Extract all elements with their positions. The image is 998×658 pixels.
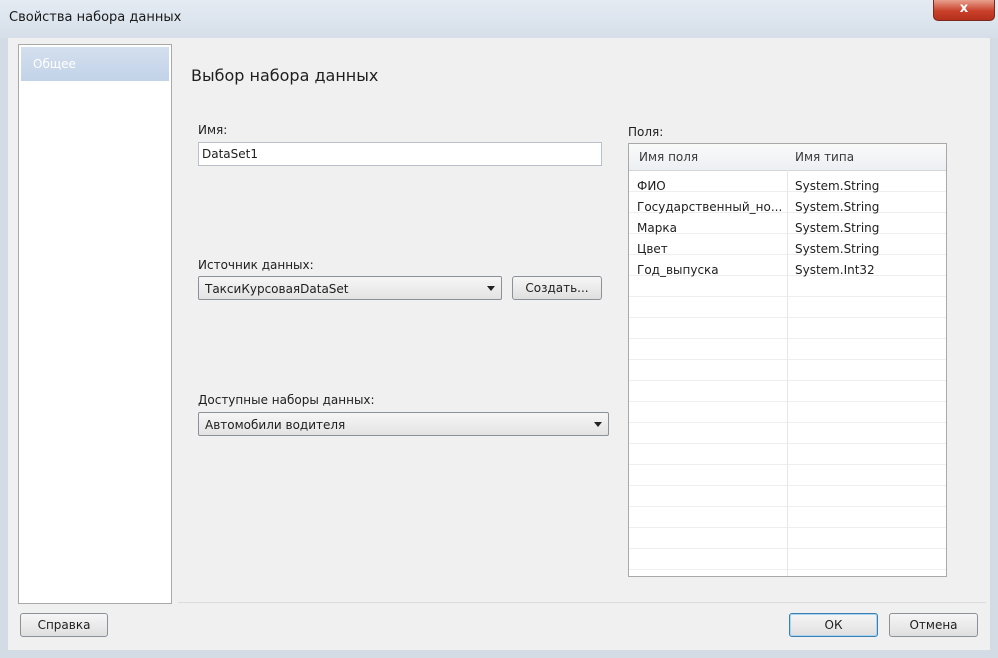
grid-row-line	[629, 548, 946, 549]
close-button[interactable]: x	[933, 0, 995, 21]
ok-button[interactable]: ОК	[789, 613, 878, 637]
fields-grid[interactable]: Имя поля Имя типа ФИО System.String Госу…	[628, 143, 947, 577]
dialog-body: Общее Выбор набора данных Имя: Источник …	[8, 38, 990, 650]
grid-row-line	[629, 422, 946, 423]
window-title: Свойства набора данных	[9, 10, 182, 25]
help-button[interactable]: Справка	[20, 613, 108, 637]
table-cell: System.String	[795, 179, 880, 193]
table-cell: System.String	[795, 221, 880, 235]
available-datasets-label: Доступные наборы данных:	[198, 393, 375, 407]
grid-row-line	[629, 506, 946, 507]
data-source-dropdown[interactable]: ТаксиКурсоваяDataSet	[198, 276, 502, 300]
grid-row-line	[629, 569, 946, 570]
available-datasets-value: Автомобили водителя	[205, 418, 346, 432]
table-cell: ФИО	[637, 179, 666, 193]
title-bar: Свойства набора данных x	[0, 0, 998, 38]
nav-item-general[interactable]: Общее	[21, 47, 169, 81]
nav-item-label: Общее	[33, 57, 76, 71]
name-field[interactable]	[198, 142, 602, 166]
grid-row-line	[629, 359, 946, 360]
grid-row-line	[629, 485, 946, 486]
chevron-down-icon	[594, 422, 602, 427]
column-header-field-name: Имя поля	[639, 150, 699, 164]
page-title: Выбор набора данных	[191, 66, 379, 85]
column-header-type-name: Имя типа	[795, 150, 855, 164]
grid-row-line	[629, 401, 946, 402]
table-cell: System.Int32	[795, 263, 875, 277]
table-cell: Марка	[637, 221, 677, 235]
grid-row-line	[629, 527, 946, 528]
grid-row-line	[629, 464, 946, 465]
grid-header: Имя поля Имя типа	[629, 144, 946, 171]
table-cell: System.String	[795, 200, 880, 214]
cancel-button[interactable]: Отмена	[889, 613, 978, 637]
grid-row-line	[629, 443, 946, 444]
grid-row-line	[629, 317, 946, 318]
name-label: Имя:	[198, 123, 228, 137]
chevron-down-icon	[487, 286, 495, 291]
create-button[interactable]: Создать...	[512, 276, 602, 300]
grid-row-line	[629, 338, 946, 339]
table-cell: Цвет	[637, 242, 668, 256]
data-source-label: Источник данных:	[198, 258, 314, 272]
table-cell: Государственный_но...	[637, 200, 783, 214]
close-icon: x	[959, 1, 969, 16]
fields-label: Поля:	[628, 125, 664, 139]
table-cell: System.String	[795, 242, 880, 256]
data-source-value: ТаксиКурсоваяDataSet	[205, 282, 349, 296]
table-cell: Год_выпуска	[637, 263, 719, 277]
grid-column-divider	[787, 170, 788, 576]
footer-divider	[178, 602, 986, 603]
page-list: Общее	[18, 44, 172, 604]
grid-row-line	[629, 296, 946, 297]
grid-row-line	[629, 380, 946, 381]
available-datasets-dropdown[interactable]: Автомобили водителя	[198, 412, 609, 436]
